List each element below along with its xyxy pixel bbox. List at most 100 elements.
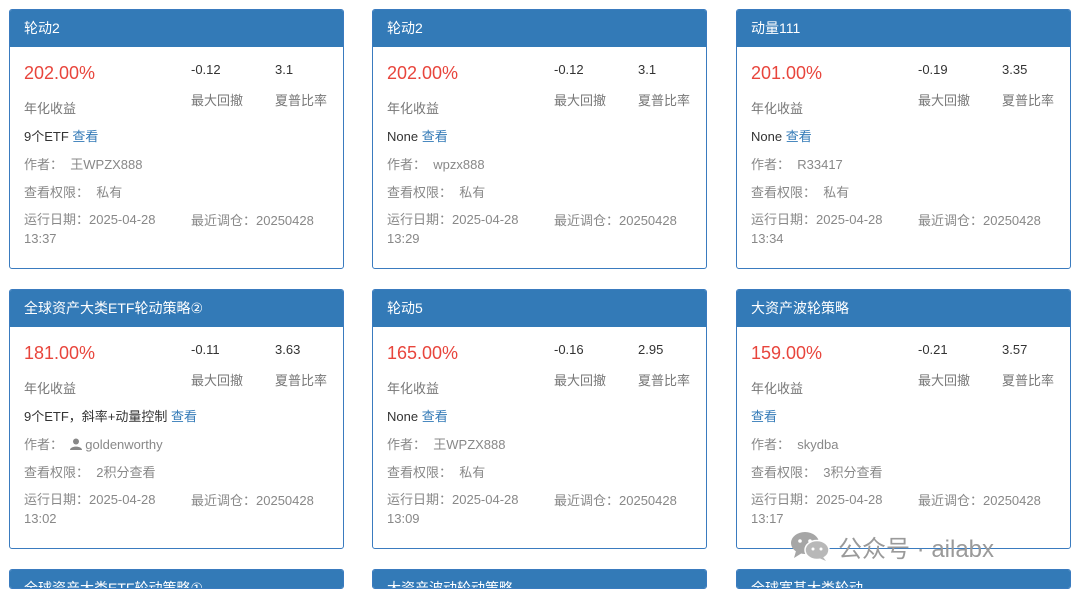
sharpe-value: 3.1: [638, 62, 657, 77]
last-rebalance: 最近调仓：20250428: [918, 490, 1041, 509]
strategy-card[interactable]: 全球资产大类ETF轮动策略①: [9, 569, 344, 589]
permission-value: 私有: [459, 465, 486, 480]
card-title[interactable]: 轮动2: [373, 10, 706, 47]
run-date: 运行日期：2025-04-28 13:09: [387, 490, 542, 528]
author: 作者： R33417: [751, 154, 843, 173]
permission: 查看权限： 私有: [24, 182, 122, 201]
last-rebalance: 最近调仓：20250428: [554, 490, 677, 509]
sharpe-value: 3.63: [275, 342, 301, 357]
max-drawdown-label: 最大回撤: [554, 93, 607, 108]
last-rebalance-label: 最近调仓：: [554, 493, 620, 508]
author: 作者： 王WPZX888: [387, 434, 506, 453]
watermark: 公众号 · ailabx: [790, 528, 994, 564]
last-rebalance: 最近调仓：20250428: [554, 210, 677, 229]
wechat-icon: [791, 532, 830, 561]
sharpe-label: 夏普比率: [275, 93, 328, 108]
author-label: 作者：: [751, 437, 791, 452]
run-date: 运行日期：2025-04-28 13:34: [751, 210, 906, 248]
author-label: 作者：: [24, 437, 64, 452]
author: 作者： skydba: [751, 434, 838, 453]
run-time-value: 13:37: [24, 231, 57, 246]
card-title[interactable]: 全球宽基大类轮动: [737, 570, 1070, 588]
last-rebalance-label: 最近调仓：: [191, 493, 257, 508]
description: None 查看: [387, 406, 448, 425]
max-drawdown-label: 最大回撤: [191, 93, 244, 108]
permission: 查看权限： 私有: [751, 182, 849, 201]
card-title[interactable]: 轮动2: [10, 10, 343, 47]
annual-return-value: 202.00%: [387, 63, 459, 83]
author-label: 作者：: [24, 157, 64, 172]
annual-return-label: 年化收益: [751, 101, 804, 116]
run-date: 运行日期：2025-04-28 13:37: [24, 210, 179, 248]
permission-value: 私有: [96, 185, 123, 200]
strategy-card[interactable]: 轮动2 202.00% 年化收益 -0.12 3.1 最大回撤 夏普比率 Non…: [372, 9, 707, 269]
permission-label: 查看权限：: [387, 185, 453, 200]
author-label: 作者：: [387, 157, 427, 172]
author: 作者： goldenworthy: [24, 434, 163, 453]
permission: 查看权限： 私有: [387, 462, 485, 481]
annual-return-label: 年化收益: [24, 381, 77, 396]
view-link[interactable]: 查看: [72, 129, 98, 144]
strategy-card[interactable]: 轮动5 165.00% 年化收益 -0.16 2.95 最大回撤 夏普比率 No…: [372, 289, 707, 549]
run-date-label: 运行日期：: [751, 212, 817, 227]
max-drawdown-value: -0.21: [918, 342, 948, 357]
sharpe-label: 夏普比率: [275, 373, 328, 388]
last-rebalance-label: 最近调仓：: [918, 213, 984, 228]
annual-return-label: 年化收益: [751, 381, 804, 396]
card-title[interactable]: 轮动5: [373, 290, 706, 327]
permission-value: 私有: [459, 185, 486, 200]
card-title[interactable]: 全球资产大类ETF轮动策略①: [10, 570, 343, 588]
permission-label: 查看权限：: [24, 185, 90, 200]
description: None 查看: [751, 126, 812, 145]
last-rebalance-value: 20250428: [256, 493, 314, 508]
max-drawdown-value: -0.19: [918, 62, 948, 77]
description-text: 9个ETF，斜率+动量控制: [24, 409, 168, 424]
author-name: 王WPZX888: [70, 157, 143, 172]
card-title[interactable]: 全球资产大类ETF轮动策略②: [10, 290, 343, 327]
card-title[interactable]: 动量111: [737, 10, 1070, 47]
card-title[interactable]: 大资产波轮策略: [737, 290, 1070, 327]
view-link[interactable]: 查看: [786, 129, 812, 144]
sharpe-value: 2.95: [638, 342, 664, 357]
strategy-card[interactable]: 轮动2 202.00% 年化收益 -0.12 3.1 最大回撤 夏普比率 9个E…: [9, 9, 344, 269]
view-link[interactable]: 查看: [422, 409, 448, 424]
run-time-value: 13:34: [751, 231, 784, 246]
run-date-label: 运行日期：: [387, 212, 453, 227]
run-date-value: 2025-04-28: [816, 492, 883, 507]
view-link[interactable]: 查看: [422, 129, 448, 144]
annual-return-label: 年化收益: [387, 101, 440, 116]
strategy-card[interactable]: 动量111 201.00% 年化收益 -0.19 3.35 最大回撤 夏普比率 …: [736, 9, 1071, 269]
max-drawdown-label: 最大回撤: [918, 93, 971, 108]
description-text: None: [387, 129, 419, 144]
author-name: R33417: [797, 157, 843, 172]
max-drawdown-label: 最大回撤: [191, 373, 244, 388]
run-date-value: 2025-04-28: [816, 212, 883, 227]
view-link[interactable]: 查看: [171, 409, 197, 424]
author-name: 王WPZX888: [433, 437, 506, 452]
annual-return-value: 181.00%: [24, 343, 96, 363]
user-icon: [70, 438, 83, 450]
description-text: 9个ETF: [24, 129, 69, 144]
author-label: 作者：: [751, 157, 791, 172]
strategy-card[interactable]: 全球资产大类ETF轮动策略② 181.00% 年化收益 -0.11 3.63 最…: [9, 289, 344, 549]
max-drawdown-value: -0.11: [191, 342, 220, 357]
run-time-value: 13:29: [387, 231, 420, 246]
strategy-card[interactable]: 大资产波动轮动策略: [372, 569, 707, 589]
author-label: 作者：: [387, 437, 427, 452]
view-link[interactable]: 查看: [751, 409, 777, 424]
card-title[interactable]: 大资产波动轮动策略: [373, 570, 706, 588]
author-name: wpzx888: [433, 157, 485, 172]
last-rebalance: 最近调仓：20250428: [191, 490, 314, 509]
max-drawdown-value: -0.12: [554, 62, 584, 77]
strategy-card[interactable]: 大资产波轮策略 159.00% 年化收益 -0.21 3.57 最大回撤 夏普比…: [736, 289, 1071, 549]
run-date-label: 运行日期：: [24, 492, 90, 507]
strategy-card[interactable]: 全球宽基大类轮动: [736, 569, 1071, 589]
sharpe-label: 夏普比率: [1002, 93, 1055, 108]
annual-return-label: 年化收益: [24, 101, 77, 116]
annual-return-value: 202.00%: [24, 63, 96, 83]
author-name: goldenworthy: [85, 437, 163, 452]
run-date-value: 2025-04-28: [452, 492, 519, 507]
sharpe-value: 3.35: [1002, 62, 1028, 77]
run-time-value: 13:02: [24, 511, 57, 526]
permission-label: 查看权限：: [751, 185, 817, 200]
